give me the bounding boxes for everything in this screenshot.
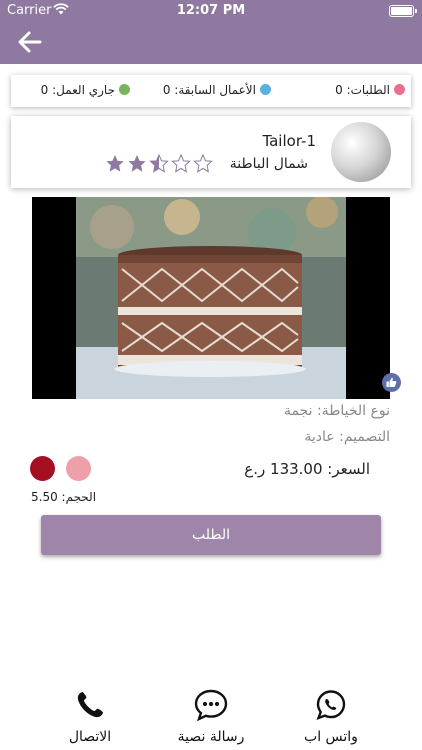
star-icon	[128, 155, 146, 172]
back-arrow-icon[interactable]	[16, 30, 44, 54]
like-icon	[386, 377, 397, 387]
current-work-icon	[119, 84, 130, 95]
sms-icon	[194, 689, 228, 722]
star-half-icon	[149, 154, 169, 173]
tailor-card[interactable]: Tailor-1 شمال الباطنة	[11, 116, 411, 188]
order-button[interactable]: الطلب	[41, 515, 381, 555]
call-label: الاتصال	[68, 729, 112, 745]
stat-current-work-label: جاري العمل: 0	[40, 83, 115, 97]
cap-photo	[32, 197, 390, 399]
past-works-icon	[260, 84, 271, 95]
battery-icon	[389, 5, 417, 17]
phone-icon	[77, 692, 103, 718]
star-empty-icon	[171, 154, 191, 173]
stat-current-work: جاري العمل: 0	[41, 83, 130, 97]
design-type: التصميم: عادية	[304, 429, 390, 445]
stat-past-works: الأعمال السابقة: 0	[163, 83, 271, 97]
stat-orders: الطلبات: 0	[335, 83, 405, 97]
sms-label: رسالة نصية	[177, 729, 245, 745]
product-image[interactable]	[32, 197, 390, 399]
whatsapp-icon	[316, 690, 346, 721]
clock: 12:07 PM	[176, 3, 246, 18]
price: السعر: 133.00 ر.ع	[244, 460, 370, 478]
stat-past-works-label: الأعمال السابقة: 0	[162, 83, 256, 97]
call-button[interactable]: الاتصال	[50, 688, 130, 750]
orders-icon	[394, 84, 405, 95]
star-empty-icon	[193, 154, 213, 173]
rating-stars	[106, 154, 213, 173]
star-icon	[106, 155, 124, 172]
sewing-type: نوع الخياطة: نجمة	[284, 403, 390, 419]
avatar	[331, 122, 391, 182]
whatsapp-button[interactable]: واتس اب	[291, 688, 371, 750]
status-bar: Carrier 12:07 PM	[0, 0, 422, 22]
tailor-name: Tailor-1	[262, 132, 316, 150]
stat-orders-label: الطلبات: 0	[335, 83, 390, 97]
stats-card: الطلبات: 0 الأعمال السابقة: 0 جاري العمل…	[11, 75, 411, 107]
navigation-bar: Carrier 12:07 PM	[0, 0, 422, 64]
color-swatch[interactable]	[66, 456, 91, 481]
whatsapp-label: واتس اب	[304, 729, 358, 745]
size-label: الحجم: 5.50	[31, 490, 97, 504]
like-button[interactable]	[382, 373, 401, 392]
sms-button[interactable]: رسالة نصية	[171, 688, 251, 750]
tailor-region: شمال الباطنة	[229, 156, 308, 172]
color-swatch[interactable]	[30, 456, 55, 481]
